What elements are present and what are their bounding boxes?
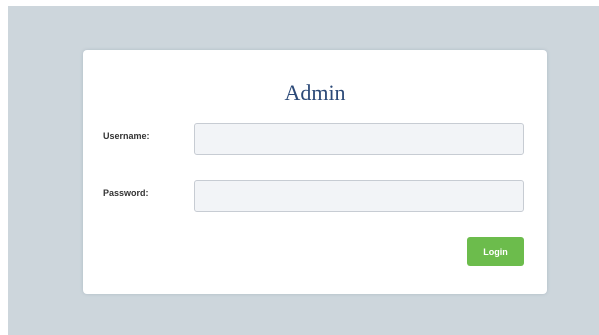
login-card: Admin Username: Password: Login (83, 50, 547, 294)
password-input[interactable] (194, 180, 524, 212)
password-label: Password: (103, 188, 149, 198)
page-background: Admin Username: Password: Login (8, 6, 599, 335)
login-button[interactable]: Login (467, 237, 524, 266)
login-title: Admin (284, 80, 346, 105)
username-label: Username: (103, 131, 150, 141)
username-input[interactable] (194, 123, 524, 155)
